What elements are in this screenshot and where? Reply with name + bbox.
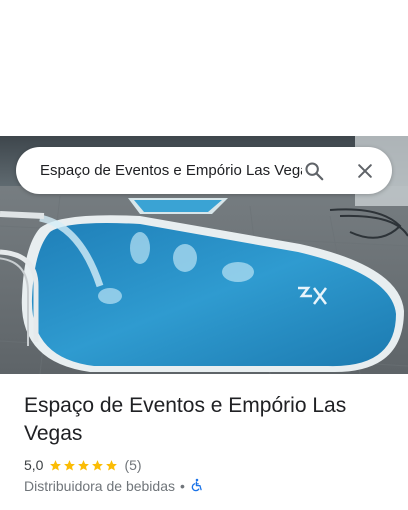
star-icon [106,459,118,471]
search-input[interactable]: Espaço de Eventos e Empório Las Vegas [40,147,302,194]
star-icon [78,459,90,471]
star-icon [92,459,104,471]
close-button[interactable] [348,154,382,188]
category-row: Distribuidora de bebidas • [24,478,384,494]
place-category[interactable]: Distribuidora de bebidas [24,478,175,494]
search-button[interactable] [297,154,331,188]
separator: • [179,478,185,494]
place-page: Espaço de Eventos e Empório Las Vegas Es… [0,0,408,510]
close-icon [358,164,372,178]
star-rating [49,459,118,472]
review-count[interactable]: (5) [124,457,141,473]
rating-row[interactable]: 5,0 (5) [24,457,384,473]
search-icon [305,162,324,181]
search-bar[interactable]: Espaço de Eventos e Empório Las Vegas [16,147,392,194]
star-icon [64,459,76,471]
star-icon [50,459,62,471]
place-title: Espaço de Eventos e Empório Las Vegas [24,394,347,445]
rating-value: 5,0 [24,457,44,473]
wheelchair-icon [190,478,204,495]
place-info: Espaço de Eventos e Empório Las Vegas 5,… [24,392,384,494]
